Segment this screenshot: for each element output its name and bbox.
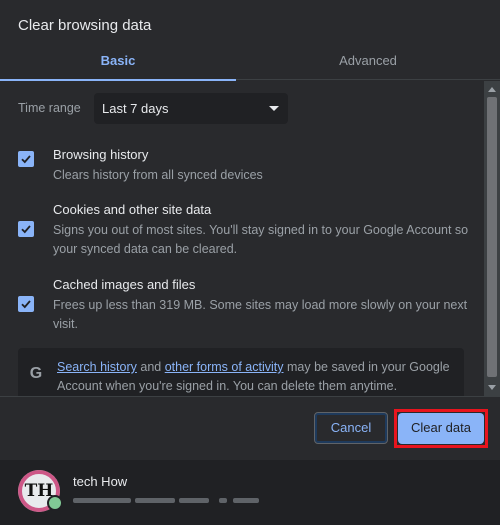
scrollbar-thumb[interactable]	[487, 97, 497, 377]
notice-text: Search history and other forms of activi…	[57, 358, 457, 396]
time-range-select[interactable]: Last 7 days	[94, 93, 288, 124]
dialog-title: Clear browsing data	[18, 17, 152, 34]
redaction-block	[219, 498, 227, 503]
footer-divider	[0, 396, 500, 397]
account-bar: TH tech How	[0, 460, 500, 525]
dialog-content: Time range Last 7 days Browsing history …	[0, 81, 484, 396]
tab-basic[interactable]: Basic	[0, 45, 236, 81]
cookies-checkbox[interactable]	[18, 221, 34, 237]
notice-text-part: and	[136, 360, 165, 374]
option-title: Cached images and files	[53, 277, 196, 292]
browsing-history-checkbox[interactable]	[18, 151, 34, 167]
redacted-email	[73, 495, 263, 505]
sync-status-icon	[47, 495, 63, 511]
option-description: Clears history from all synced devices	[53, 168, 263, 182]
checkmark-icon	[21, 300, 31, 309]
search-history-link[interactable]: Search history	[57, 360, 137, 374]
cancel-button[interactable]: Cancel	[314, 412, 388, 444]
clear-data-button[interactable]: Clear data	[398, 413, 484, 444]
google-activity-notice: G Search history and other forms of acti…	[18, 348, 464, 396]
redaction-block	[233, 498, 259, 503]
time-range-value: Last 7 days	[102, 101, 169, 116]
tab-advanced[interactable]: Advanced	[236, 45, 500, 80]
dropdown-arrow-icon	[269, 106, 279, 111]
option-description: Signs you out of most sites. You'll stay…	[53, 223, 469, 256]
time-range-label: Time range	[18, 101, 81, 115]
clear-browsing-data-dialog: Clear browsing data Basic Advanced Time …	[0, 0, 500, 525]
redaction-block	[179, 498, 209, 503]
account-name: tech How	[73, 474, 128, 489]
scroll-up-arrow-icon[interactable]	[488, 87, 496, 92]
option-title: Browsing history	[53, 147, 149, 162]
google-g-icon: G	[29, 365, 43, 382]
other-activity-link[interactable]: other forms of activity	[165, 360, 284, 374]
option-description: Frees up less than 319 MB. Some sites ma…	[53, 298, 468, 331]
redaction-block	[135, 498, 175, 503]
checkmark-icon	[21, 225, 31, 234]
content-scrollbar[interactable]	[484, 81, 500, 396]
tab-bar: Basic Advanced	[0, 45, 500, 81]
scroll-down-arrow-icon[interactable]	[488, 385, 496, 390]
cached-images-checkbox[interactable]	[18, 296, 34, 312]
checkmark-icon	[21, 155, 31, 164]
option-title: Cookies and other site data	[53, 202, 212, 217]
redaction-block	[73, 498, 131, 503]
